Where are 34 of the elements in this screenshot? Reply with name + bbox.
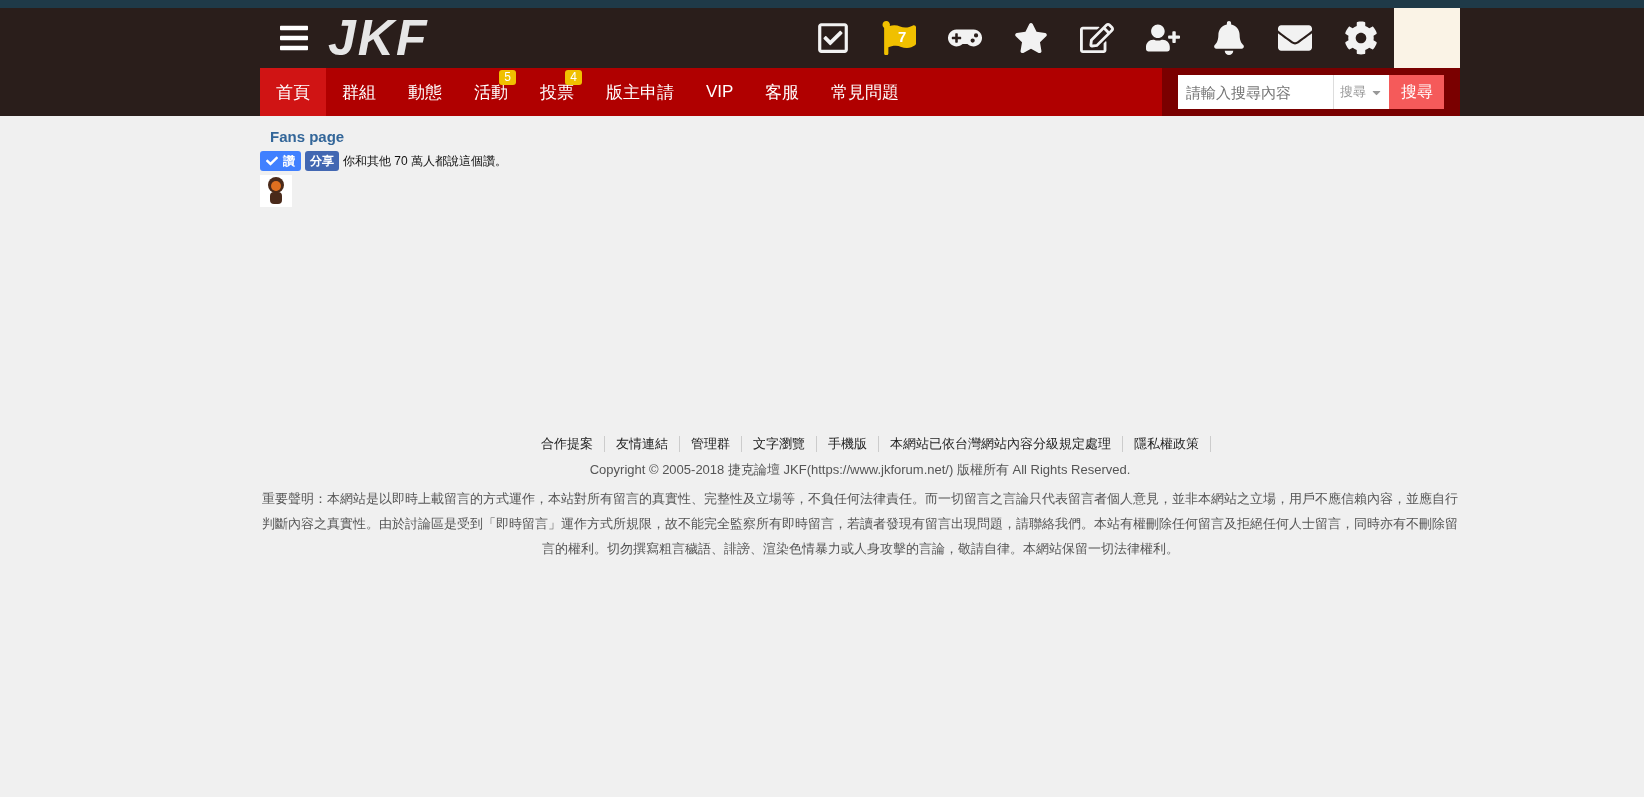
bell-icon[interactable]	[1212, 21, 1246, 55]
nav-tab[interactable]: VIP	[690, 68, 750, 116]
disclaimer-text: 重要聲明：本網站是以即時上載留言的方式運作，本站對所有留言的真實性、完整性及立場等，不負任何法律責任。而一切留言之言論只代表留言者個人意見，並非本網站之立場，用戶不應信賴內容，並應自行判斷內容之真實性。由於討論區是受到「即時留言」運作方式所規限，故不能完全監察所有即時留言，若讀者發現有留言出現問題，請聯絡我們。本站有權刪除任何留言及拒絕任何人士留言，同時亦有不刪除留言的權利。切勿撰寫粗言穢語、誹謗、渲染色情暴力或人身攻擊的言論，敬請自律。本網站保留一切法律權利。	[261, 490, 1459, 558]
logo[interactable]: JKF	[328, 13, 429, 63]
edit-icon[interactable]	[1080, 21, 1114, 55]
copyright-text: Copyright © 2005-2018 捷克論壇 JKF(https://www.jkforum.net/) 版權所有 All Rights Reserved.	[588, 461, 1132, 479]
avatar-thumbnail	[260, 175, 292, 207]
check-icon	[266, 155, 278, 167]
fans-page-title: Fans page	[269, 127, 346, 147]
footer-link[interactable]: 合作提案	[529, 436, 605, 452]
nav-tab[interactable]: 群組	[326, 68, 392, 116]
footer-link[interactable]: 友情連結	[604, 436, 680, 452]
checkbox-icon[interactable]	[816, 21, 850, 55]
like-count-text: 你和其他 70 萬人都說這個讚。	[343, 152, 507, 170]
nav-tab[interactable]: 投票 4	[524, 68, 590, 116]
footer-link[interactable]: 隱私權政策	[1122, 436, 1211, 452]
like-button[interactable]: 讚	[260, 151, 301, 171]
count-badge: 4	[565, 70, 582, 85]
nav-tab[interactable]: 客服	[749, 68, 816, 116]
nav-tab[interactable]: 常見問題	[815, 68, 916, 116]
share-button[interactable]: 分享	[305, 151, 339, 171]
star-icon[interactable]	[1014, 21, 1048, 55]
nav-tab[interactable]: 活動 5	[458, 68, 524, 116]
footer-link[interactable]: 本網站已依台灣網站內容分級規定處理	[878, 436, 1123, 452]
nav-tab[interactable]: 動態	[392, 68, 458, 116]
footer-link[interactable]: 文字瀏覽	[741, 436, 817, 452]
nav-tab[interactable]: 首頁	[260, 68, 326, 116]
count-badge: 5	[499, 70, 516, 85]
add-user-icon[interactable]	[1146, 21, 1180, 55]
footer-link[interactable]: 管理群	[679, 436, 742, 452]
footer-link[interactable]: 手機版	[816, 436, 879, 452]
settings-icon[interactable]	[1344, 21, 1378, 55]
search-field[interactable]: 請輸入搜尋內容	[1178, 75, 1333, 109]
nav-tab[interactable]: 版主申請	[590, 68, 690, 116]
